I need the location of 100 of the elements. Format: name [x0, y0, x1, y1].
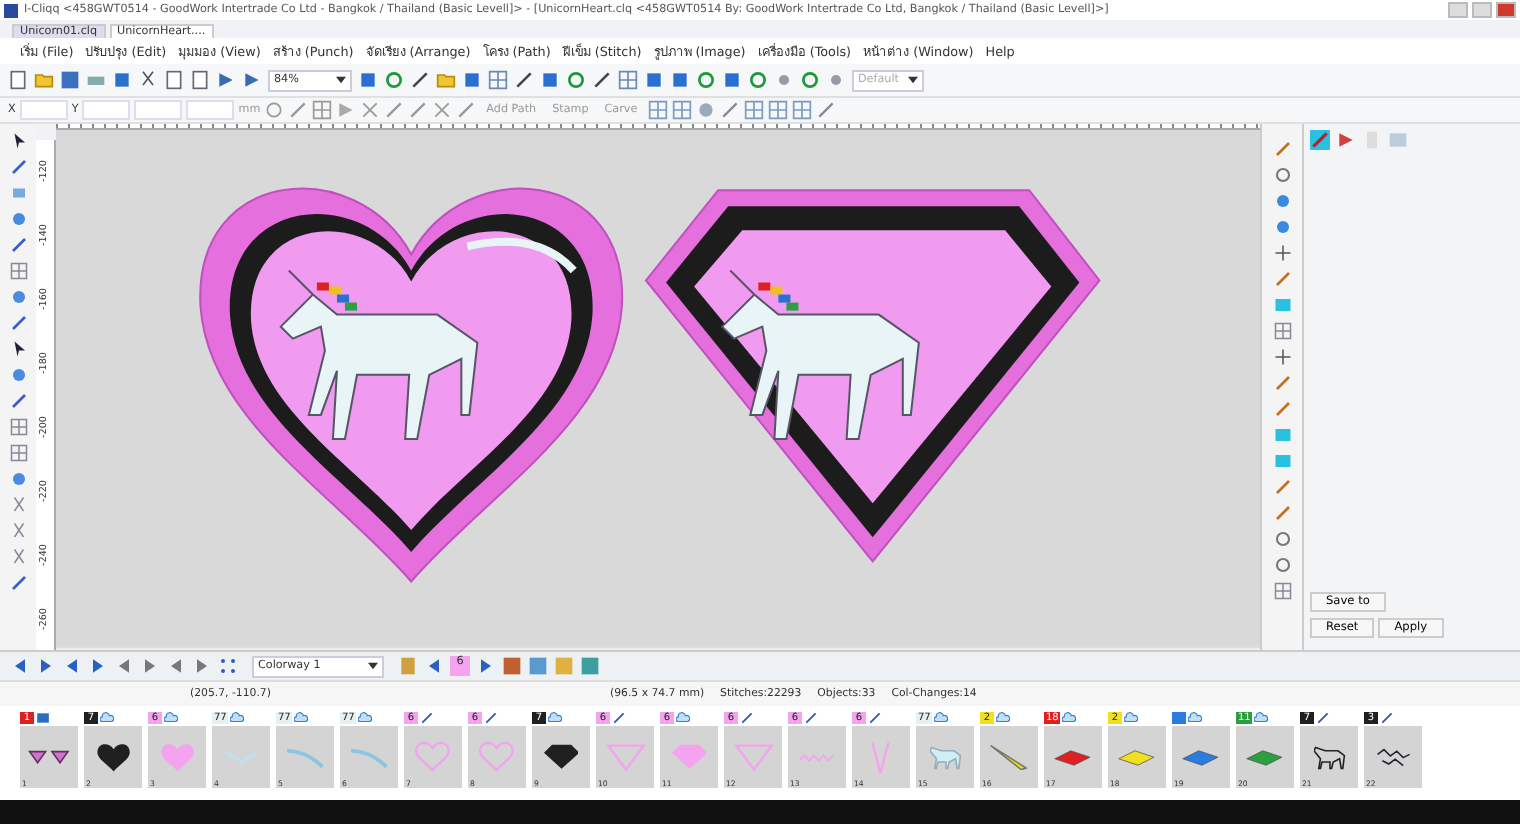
cloud-icon	[294, 711, 309, 723]
diamond-drawing	[671, 744, 707, 770]
pen-icon	[484, 711, 498, 723]
circle-icon[interactable]	[264, 100, 285, 120]
plane-drawing	[1054, 749, 1092, 765]
caret-icon	[336, 76, 346, 84]
grid-icon[interactable]	[671, 100, 692, 120]
circle-icon[interactable]	[9, 470, 27, 488]
square-icon[interactable]	[1273, 296, 1291, 314]
plane-drawing	[1182, 749, 1220, 765]
cloud-icon	[1062, 711, 1077, 723]
page-icon[interactable]	[8, 70, 28, 90]
pen-icon[interactable]	[9, 158, 27, 176]
heart-outline-drawing	[414, 740, 452, 774]
close-button[interactable]	[1496, 2, 1516, 18]
arc-drawing	[284, 745, 326, 769]
grid-icon[interactable]	[9, 418, 27, 436]
pen-icon[interactable]	[9, 392, 27, 410]
grid-icon[interactable]	[647, 100, 668, 120]
circle-icon[interactable]	[1273, 530, 1291, 548]
x-input-field[interactable]	[19, 100, 68, 120]
circle-icon[interactable]	[748, 70, 768, 90]
square-icon[interactable]	[540, 70, 560, 90]
pen-icon[interactable]	[9, 574, 27, 592]
grid-icon[interactable]	[9, 444, 27, 462]
cloud-icon	[934, 711, 949, 723]
y-input-field[interactable]	[82, 100, 131, 120]
dots-grid-icon[interactable]	[218, 656, 238, 676]
circle-icon[interactable]	[9, 366, 27, 384]
pen-icon[interactable]	[410, 70, 430, 90]
caret-icon	[368, 662, 378, 670]
circle-icon[interactable]	[1273, 556, 1291, 574]
strip-drawing	[990, 743, 1028, 771]
picture-icon	[36, 711, 50, 723]
grid-icon[interactable]	[791, 100, 812, 120]
cloud-icon	[1254, 711, 1269, 723]
circle-icon[interactable]	[9, 210, 27, 228]
heart-drawing	[95, 741, 131, 773]
cloud-icon	[996, 711, 1010, 723]
unicorn-heart-patch-drawing[interactable]	[199, 187, 623, 582]
grid-icon[interactable]	[1273, 582, 1291, 600]
heart-drawing	[159, 741, 195, 773]
square-icon[interactable]	[1273, 452, 1291, 470]
caret-icon	[908, 76, 918, 84]
right-arrow-icon[interactable]	[476, 656, 496, 676]
cloud-icon	[100, 711, 114, 723]
app-logo-icon	[4, 3, 18, 17]
pen-icon	[740, 711, 754, 723]
height-input-field[interactable]	[186, 100, 235, 120]
width-input-field[interactable]	[134, 100, 183, 120]
grid-icon[interactable]	[9, 262, 27, 280]
pen-icon	[804, 711, 818, 723]
square-icon[interactable]	[644, 70, 664, 90]
cloud-icon	[676, 711, 690, 723]
square-icon[interactable]	[1273, 426, 1291, 444]
pen-icon[interactable]	[514, 70, 534, 90]
square-icon[interactable]	[462, 70, 482, 90]
cross-icon[interactable]	[360, 100, 381, 120]
cross-icon[interactable]	[432, 100, 453, 120]
pen-icon	[1316, 711, 1330, 723]
heart-outline-drawing	[478, 740, 516, 774]
cloud-icon	[1124, 711, 1138, 723]
square-icon[interactable]	[670, 70, 690, 90]
cloud-icon	[358, 711, 373, 723]
square-icon[interactable]	[9, 184, 27, 202]
circle-icon[interactable]	[800, 70, 820, 90]
unicorn-drawing	[929, 745, 961, 769]
cloud-icon	[164, 711, 178, 723]
pen-icon[interactable]	[592, 70, 612, 90]
circle-icon[interactable]	[696, 70, 716, 90]
plane-drawing	[1118, 749, 1156, 765]
arrow-icon[interactable]	[9, 132, 27, 150]
left-arrow-icon[interactable]	[424, 656, 444, 676]
cloud-icon	[548, 711, 562, 723]
cloud-icon	[230, 711, 245, 723]
pen-icon[interactable]	[9, 314, 27, 332]
grid-icon[interactable]	[1273, 322, 1291, 340]
triangle-outline-drawing	[605, 743, 645, 771]
grid-icon[interactable]	[743, 100, 764, 120]
cross-icon[interactable]	[1273, 244, 1291, 262]
square-icon[interactable]	[358, 70, 378, 90]
square-icon[interactable]	[112, 70, 132, 90]
v-drawing	[870, 741, 892, 773]
pen-icon[interactable]	[9, 236, 27, 254]
arrow-icon[interactable]	[9, 340, 27, 358]
pen-icon	[420, 711, 434, 723]
pen-icon	[612, 711, 626, 723]
folder-icon[interactable]	[34, 70, 54, 90]
cross-icon[interactable]	[1273, 348, 1291, 366]
grid-icon[interactable]	[312, 100, 333, 120]
circle-icon[interactable]	[1273, 166, 1291, 184]
circle-icon[interactable]	[9, 288, 27, 306]
square-icon[interactable]	[722, 70, 742, 90]
unicorn-diamond-patch-drawing[interactable]	[644, 188, 1101, 563]
chevron-drawing	[223, 749, 259, 765]
diamond-drawing	[543, 744, 579, 770]
triangle-outline-drawing	[733, 743, 773, 771]
grid-icon[interactable]	[767, 100, 788, 120]
plane-drawing	[1246, 749, 1284, 765]
unicorn-outline-drawing	[1313, 745, 1345, 769]
